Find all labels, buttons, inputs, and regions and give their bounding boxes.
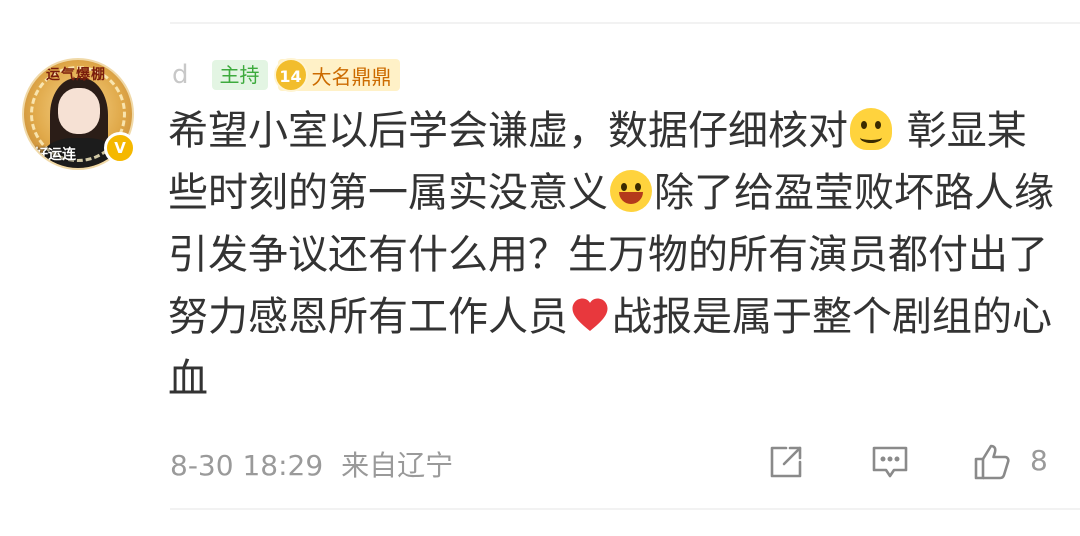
fan-level-badge[interactable]: 14 大名鼎鼎 xyxy=(273,58,400,92)
verified-badge-icon: V xyxy=(104,132,136,164)
like-icon[interactable] xyxy=(972,442,1012,482)
comment-time: 8-30 18:29 xyxy=(170,449,324,482)
reply-icon[interactable] xyxy=(870,442,910,482)
laughing-crying-icon xyxy=(610,170,652,212)
top-divider xyxy=(170,22,1080,24)
avatar-text-top: 运气爆棚 xyxy=(46,67,106,83)
fan-level-name: 大名鼎鼎 xyxy=(311,64,392,89)
username[interactable]: d xyxy=(172,60,190,90)
heart-icon xyxy=(572,298,608,331)
avatar-text-bottom: 好运连 xyxy=(34,147,76,163)
comment-header: d 主持 14 大名鼎鼎 xyxy=(172,58,400,92)
like-count: 8 xyxy=(1030,444,1048,477)
bottom-divider xyxy=(170,508,1080,510)
melting-face-icon xyxy=(850,108,892,150)
fan-level-number: 14 xyxy=(273,58,308,92)
host-tag: 主持 xyxy=(211,60,268,90)
comment-meta: 8-30 18:29 来自辽宁 xyxy=(170,444,453,484)
comment-text: 希望小室以后学会谦虚，数据仔细核对 彰显某些时刻的第一属实没意义 除了给盈莹败坏路… xyxy=(168,100,1058,410)
share-icon[interactable] xyxy=(766,442,806,482)
comment-location: 来自辽宁 xyxy=(341,449,454,482)
comment-segment-1: 希望小室以后学会谦虚，数据仔细核对 xyxy=(168,108,848,154)
comment-footer: 8-30 18:29 来自辽宁 8 xyxy=(170,440,1070,484)
